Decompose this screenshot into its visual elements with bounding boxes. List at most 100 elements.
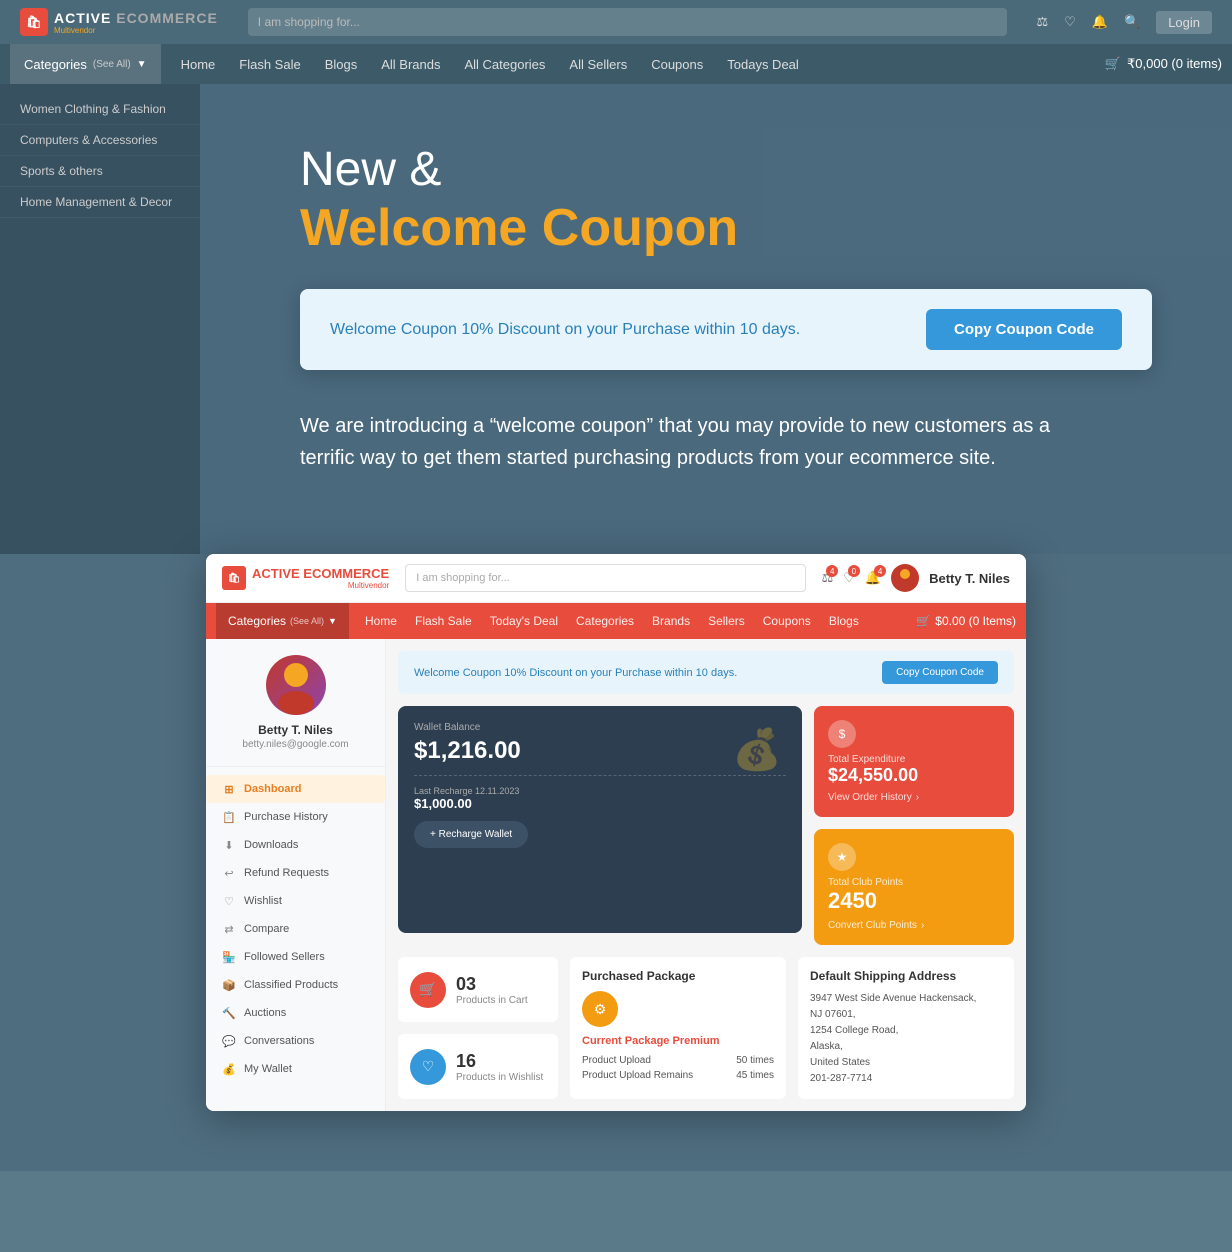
login-button[interactable]: Login: [1156, 11, 1212, 34]
all-brands-link[interactable]: All Brands: [381, 57, 440, 72]
sidebar-item-dashboard[interactable]: ⊞ Dashboard: [206, 775, 385, 803]
category-women[interactable]: Women Clothing & Fashion: [0, 94, 200, 125]
inner-nav-icons: ⚖4 ♡0 🔔4 Betty T. Niles: [822, 564, 1010, 592]
copy-coupon-button[interactable]: Copy Coupon Code: [926, 309, 1122, 350]
wishlist-icon[interactable]: ♡: [1064, 14, 1076, 30]
inner-user-avatar[interactable]: [891, 564, 919, 592]
chevron-down-icon: ▼: [137, 59, 147, 70]
sidebar-item-conversations[interactable]: 💬 Conversations: [206, 1027, 385, 1055]
package-row-1-label: Product Upload: [582, 1055, 651, 1066]
my-wallet-label: My Wallet: [244, 1063, 292, 1075]
inner-home-link[interactable]: Home: [365, 614, 397, 628]
inner-flash-sale-link[interactable]: Flash Sale: [415, 614, 472, 628]
compare-icon[interactable]: ⚖: [1037, 14, 1049, 30]
inner-brands-link[interactable]: Brands: [652, 614, 690, 628]
club-icon: ★: [828, 843, 856, 871]
sidebar-item-followed-sellers[interactable]: 🏪 Followed Sellers: [206, 943, 385, 971]
category-navigation: Categories (See All) ▼ Home Flash Sale B…: [0, 44, 1232, 84]
wishlist-stat-icon: ♡: [410, 1049, 446, 1085]
inner-cart-area[interactable]: 🛒 $0.00 (0 Items): [916, 614, 1016, 628]
classified-icon: 📦: [222, 978, 236, 992]
inner-main-content: Welcome Coupon 10% Discount on your Purc…: [386, 639, 1026, 1111]
wallet-illustration: 💰: [732, 726, 782, 773]
inner-categories-link[interactable]: Categories: [576, 614, 634, 628]
inner-see-all: (See All): [290, 616, 324, 626]
classified-label: Classified Products: [244, 979, 338, 991]
sidebar-item-classified-products[interactable]: 📦 Classified Products: [206, 971, 385, 999]
purchase-history-icon: 📋: [222, 810, 236, 824]
compare-menu-icon: ⇄: [222, 922, 236, 936]
inner-logo-text: ACTIVE ECOMMERCE: [252, 566, 389, 581]
view-order-history-link[interactable]: View Order History ›: [828, 792, 1000, 803]
wishlist-menu-icon: ♡: [222, 894, 236, 908]
sidebar-profile: Betty T. Niles betty.niles@google.com: [206, 655, 385, 767]
inner-sidebar: Betty T. Niles betty.niles@google.com ⊞ …: [206, 639, 386, 1111]
categories-sidebar-overlay: Women Clothing & Fashion Computers & Acc…: [0, 84, 200, 554]
package-name: Current Package Premium: [582, 1035, 774, 1047]
convert-club-points-link[interactable]: Convert Club Points ›: [828, 920, 1000, 931]
inner-compare-icon[interactable]: ⚖4: [822, 570, 834, 586]
coupons-link[interactable]: Coupons: [651, 57, 703, 72]
sidebar-item-compare[interactable]: ⇄ Compare: [206, 915, 385, 943]
flash-sale-link[interactable]: Flash Sale: [239, 57, 300, 72]
hero-section: Women Clothing & Fashion Computers & Acc…: [0, 84, 1232, 554]
sidebar-item-wishlist[interactable]: ♡ Wishlist: [206, 887, 385, 915]
auctions-label: Auctions: [244, 1007, 286, 1019]
sidebar-item-auctions[interactable]: 🔨 Auctions: [206, 999, 385, 1027]
wallet-recharge-amount: $1,000.00: [414, 796, 786, 811]
recharge-button[interactable]: + Recharge Wallet: [414, 821, 528, 848]
profile-name: Betty T. Niles: [222, 723, 369, 737]
search-bar[interactable]: I am shopping for...: [248, 8, 1007, 36]
see-all-label: (See All): [93, 59, 131, 70]
inner-notification-icon[interactable]: 🔔4: [865, 570, 881, 586]
blogs-link[interactable]: Blogs: [325, 57, 358, 72]
package-card: Purchased Package ⚙ Current Package Prem…: [570, 957, 786, 1099]
category-home[interactable]: Home Management & Decor: [0, 187, 200, 218]
package-icon: ⚙: [582, 991, 618, 1027]
compare-label: Compare: [244, 923, 289, 935]
sidebar-item-refund[interactable]: ↩ Refund Requests: [206, 859, 385, 887]
sidebar-item-downloads[interactable]: ⬇ Downloads: [206, 831, 385, 859]
search-icon[interactable]: 🔍: [1124, 14, 1140, 30]
inner-logo-icon: 🛍: [222, 566, 246, 590]
cart-total: ₹0,000 (0 items): [1127, 56, 1222, 72]
inner-sellers-link[interactable]: Sellers: [708, 614, 745, 628]
downloads-label: Downloads: [244, 839, 298, 851]
coupon-banner: Welcome Coupon 10% Discount on your Purc…: [300, 289, 1152, 370]
all-sellers-link[interactable]: All Sellers: [569, 57, 627, 72]
cart-area[interactable]: 🛒 ₹0,000 (0 items): [1105, 56, 1222, 72]
expenditure-label: Total Expenditure: [828, 754, 1000, 765]
package-title: Purchased Package: [582, 969, 774, 983]
cart-stat-card: 🛒 03 Products in Cart: [398, 957, 558, 1022]
categories-button[interactable]: Categories (See All) ▼: [10, 44, 161, 84]
inner-categories-label: Categories: [228, 614, 286, 628]
todays-deal-link[interactable]: Todays Deal: [727, 57, 799, 72]
inner-coupons-link[interactable]: Coupons: [763, 614, 811, 628]
conversations-icon: 💬: [222, 1034, 236, 1048]
inner-categories-button[interactable]: Categories (See All) ▼: [216, 603, 349, 639]
category-sports[interactable]: Sports & others: [0, 156, 200, 187]
inner-blogs-link[interactable]: Blogs: [829, 614, 859, 628]
top-navigation: 🛍 ACTIVE ECOMMERCE Multivendor I am shop…: [0, 0, 1232, 44]
home-link[interactable]: Home: [181, 57, 216, 72]
logo-text: ACTIVE ECOMMERCE: [54, 10, 218, 26]
category-computers[interactable]: Computers & Accessories: [0, 125, 200, 156]
inner-copy-coupon-button[interactable]: Copy Coupon Code: [882, 661, 998, 684]
sidebar-item-purchase-history[interactable]: 📋 Purchase History: [206, 803, 385, 831]
notification-icon[interactable]: 🔔: [1092, 14, 1108, 30]
inner-logo[interactable]: 🛍 ACTIVE ECOMMERCE Multivendor: [222, 566, 389, 590]
inner-todays-deal-link[interactable]: Today's Deal: [490, 614, 558, 628]
sidebar-item-my-wallet[interactable]: 💰 My Wallet: [206, 1055, 385, 1083]
sellers-icon: 🏪: [222, 950, 236, 964]
all-categories-link[interactable]: All Categories: [464, 57, 545, 72]
inner-logo-subtitle: Multivendor: [252, 581, 389, 590]
site-logo[interactable]: 🛍 ACTIVE ECOMMERCE Multivendor: [20, 8, 218, 36]
chevron-right-icon: ›: [916, 792, 919, 803]
dashboard-label: Dashboard: [244, 783, 301, 795]
inner-chevron-icon: ▼: [328, 616, 337, 626]
dashboard-icon: ⊞: [222, 782, 236, 796]
inner-wishlist-icon[interactable]: ♡0: [843, 570, 855, 586]
nav-icons: ⚖ ♡ 🔔 🔍 Login: [1037, 11, 1213, 34]
coupon-text: Welcome Coupon 10% Discount on your Purc…: [330, 321, 800, 339]
inner-search-bar[interactable]: I am shopping for...: [405, 564, 805, 592]
